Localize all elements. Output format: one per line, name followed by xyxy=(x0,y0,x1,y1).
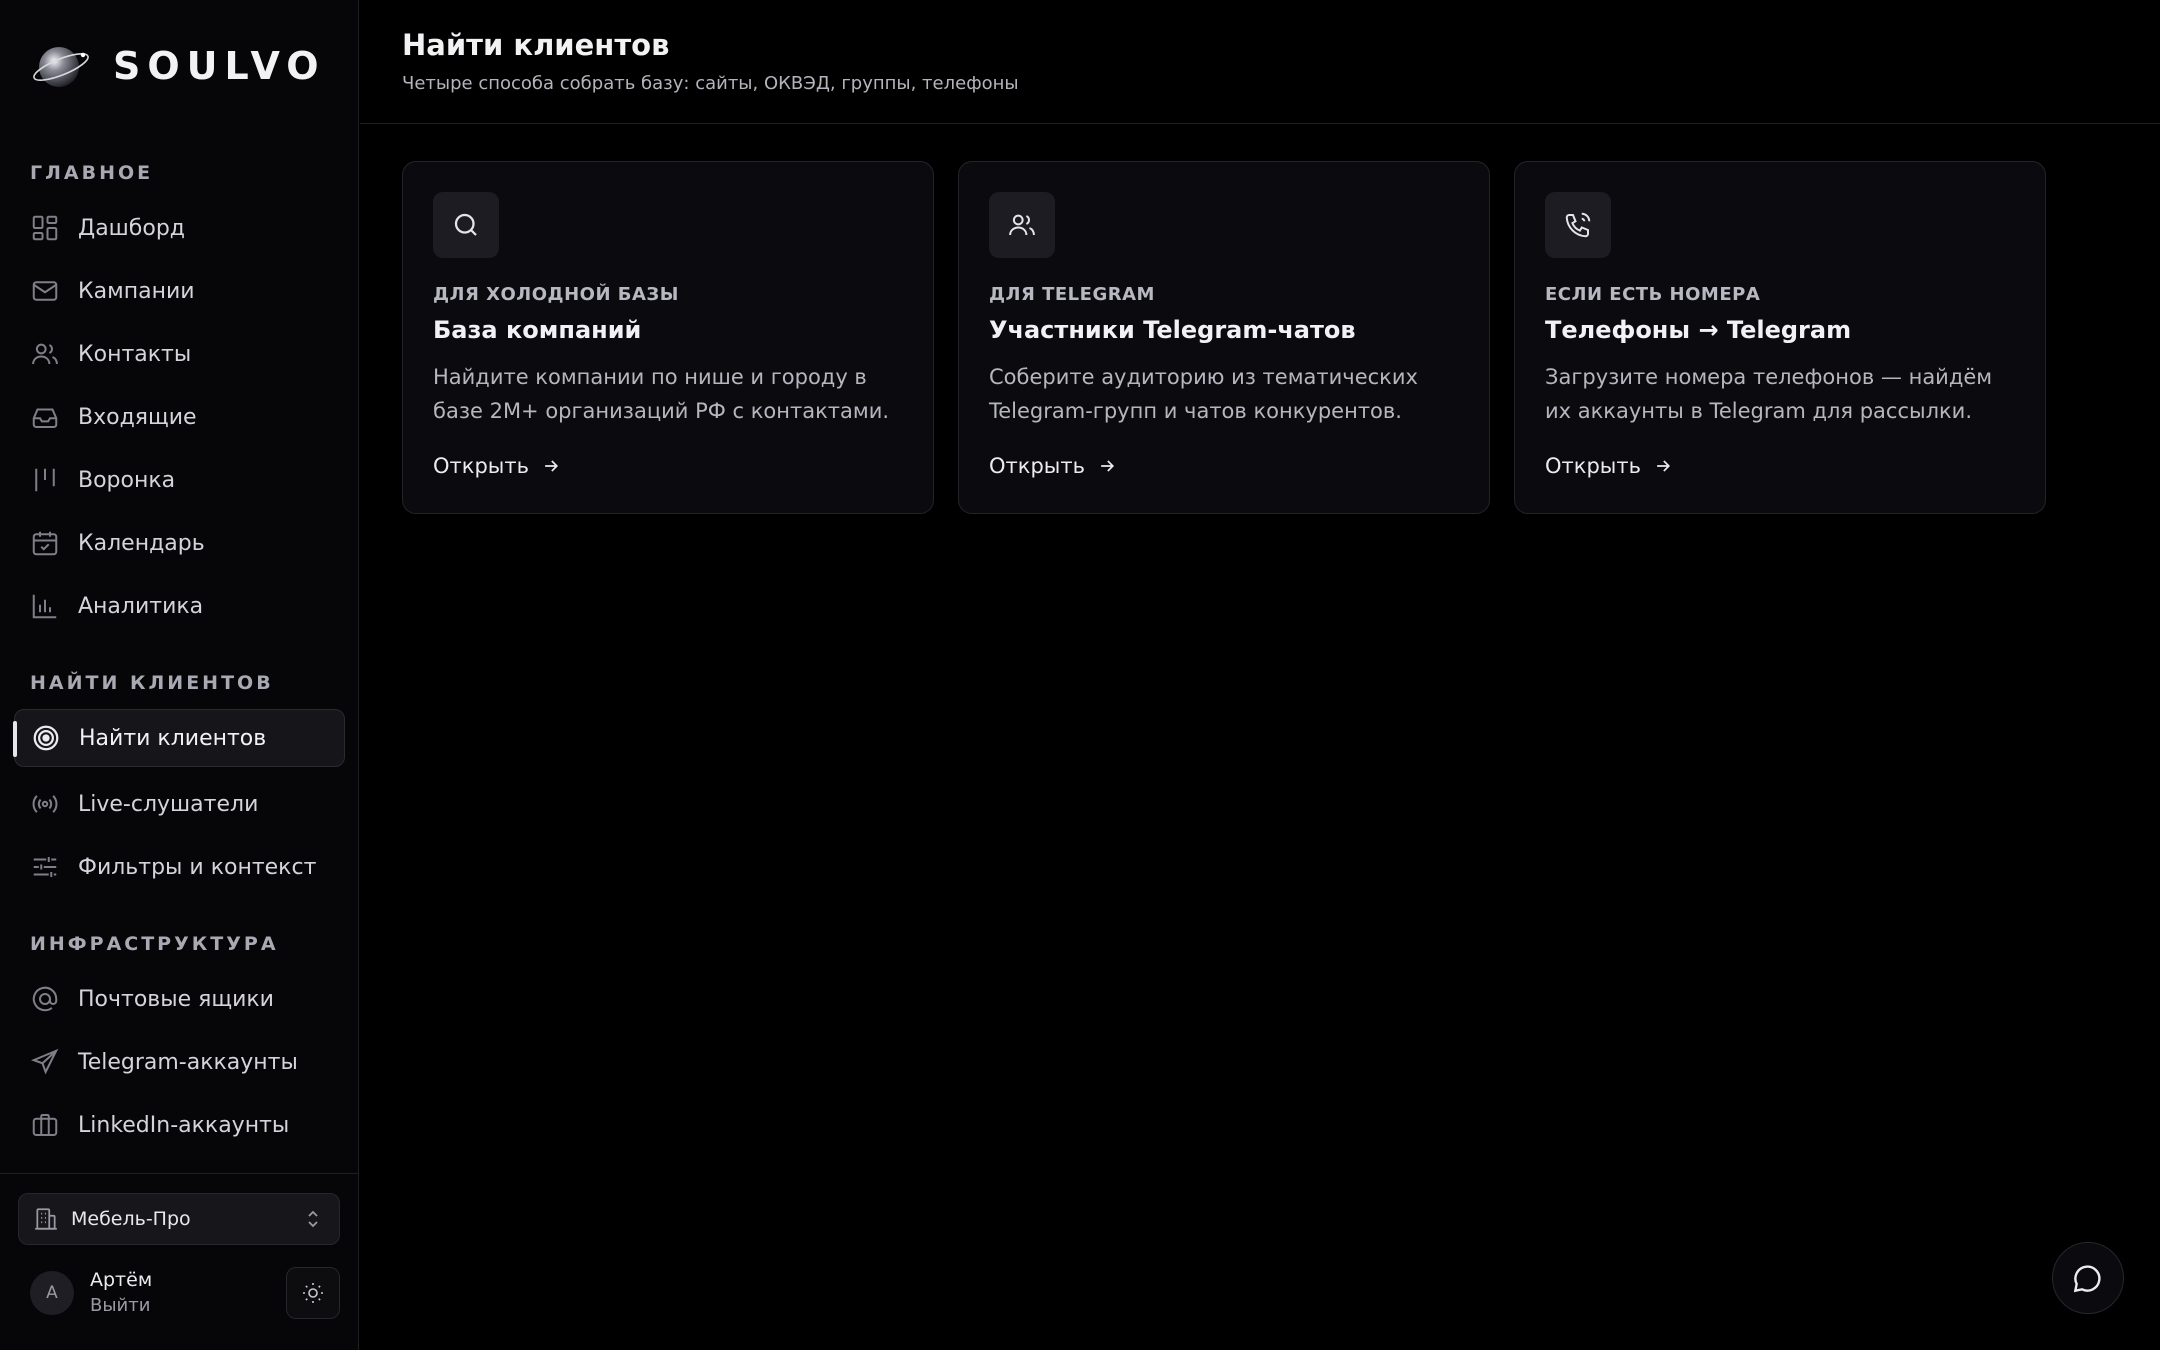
dashboard-icon xyxy=(30,213,60,243)
building-icon xyxy=(33,1206,59,1232)
sidebar-item-label: Воронка xyxy=(78,467,176,493)
bar-chart-icon xyxy=(30,591,60,621)
funnel-icon xyxy=(30,465,60,495)
sidebar-item-label: Почтовые ящики xyxy=(78,986,274,1012)
open-label: Открыть xyxy=(1545,454,1641,478)
sidebar-item-label: Live-слушатели xyxy=(78,791,259,817)
card-eyebrow: ЕСЛИ ЕСТЬ НОМЕРА xyxy=(1545,284,1761,305)
sidebar-item-label: Контакты xyxy=(78,341,192,367)
section-label-find-clients: НАЙТИ КЛИЕНТОВ xyxy=(30,672,274,694)
sidebar-item-calendar[interactable]: Календарь xyxy=(14,514,345,572)
section-label-infrastructure: ИНФРАСТРУКТУРА xyxy=(30,933,279,955)
sidebar-item-label: Telegram-аккаунты xyxy=(78,1049,298,1075)
sidebar-item-label: Аналитика xyxy=(78,593,204,619)
sidebar-item-find-clients[interactable]: Найти клиентов xyxy=(13,709,345,767)
open-link[interactable]: Открыть xyxy=(989,454,1117,478)
chat-button[interactable] xyxy=(2052,1242,2124,1314)
arrow-right-icon xyxy=(545,460,558,472)
sidebar-item-label: LinkedIn-аккаунты xyxy=(78,1112,290,1138)
sidebar-item-label: Найти клиентов xyxy=(79,725,267,751)
workspace-switcher[interactable]: Мебель-Про xyxy=(18,1193,340,1245)
avatar[interactable]: А xyxy=(30,1270,74,1315)
card-company-database[interactable]: ДЛЯ ХОЛОДНОЙ БАЗЫ База компаний Найдите … xyxy=(402,161,934,514)
search-icon xyxy=(433,192,499,258)
target-icon xyxy=(31,723,61,753)
open-label: Открыть xyxy=(989,454,1085,478)
brand-logo[interactable]: SOULVO xyxy=(31,38,326,94)
sidebar-item-label: Входящие xyxy=(78,404,197,430)
sidebar-item-inbox[interactable]: Входящие xyxy=(14,388,345,446)
message-circle-icon xyxy=(2072,1262,2104,1294)
sidebar-item-linkedin-accounts[interactable]: LinkedIn-аккаунты xyxy=(14,1096,345,1154)
page-subtitle: Четыре способа собрать базу: сайты, ОКВЭ… xyxy=(402,73,1019,94)
broadcast-icon xyxy=(30,789,60,819)
sidebar-item-filters[interactable]: Фильтры и контекст xyxy=(14,838,345,896)
card-telegram-chat-members[interactable]: ДЛЯ TELEGRAM Участники Telegram-чатов Со… xyxy=(958,161,1490,514)
sidebar-item-label: Дашборд xyxy=(78,215,186,241)
send-icon xyxy=(30,1047,60,1077)
sidebar: SOULVO ГЛАВНОЕ Дашборд Кампании Контакты… xyxy=(0,0,359,1350)
brand-name: SOULVO xyxy=(113,44,326,88)
sidebar-item-analytics[interactable]: Аналитика xyxy=(14,577,345,635)
section-label-main: ГЛАВНОЕ xyxy=(30,162,154,184)
card-title: База компаний xyxy=(433,316,642,344)
sidebar-item-dashboard[interactable]: Дашборд xyxy=(14,199,345,257)
card-eyebrow: ДЛЯ TELEGRAM xyxy=(989,284,1155,305)
page-title: Найти клиентов xyxy=(402,28,670,62)
card-eyebrow: ДЛЯ ХОЛОДНОЙ БАЗЫ xyxy=(433,284,679,305)
chevron-up-down-icon xyxy=(301,1207,325,1231)
page-header: Найти клиентов Четыре способа собрать ба… xyxy=(360,0,2160,124)
workspace-name: Мебель-Про xyxy=(71,1208,191,1230)
users-icon xyxy=(989,192,1055,258)
sidebar-item-label: Кампании xyxy=(78,278,195,304)
sliders-icon xyxy=(30,852,60,882)
phone-icon xyxy=(1545,192,1611,258)
planet-icon xyxy=(31,38,91,94)
sidebar-item-funnel[interactable]: Воронка xyxy=(14,451,345,509)
card-phones-to-telegram[interactable]: ЕСЛИ ЕСТЬ НОМЕРА Телефоны → Telegram Заг… xyxy=(1514,161,2046,514)
sidebar-item-contacts[interactable]: Контакты xyxy=(14,325,345,383)
card-title: Телефоны → Telegram xyxy=(1545,316,1852,344)
sidebar-item-campaigns[interactable]: Кампании xyxy=(14,262,345,320)
at-icon xyxy=(30,984,60,1014)
arrow-right-icon xyxy=(1101,460,1114,472)
mail-icon xyxy=(30,276,60,306)
sidebar-footer: Мебель-Про А Артём Выйти xyxy=(0,1173,359,1350)
sidebar-item-label: Календарь xyxy=(78,530,205,556)
logout-link[interactable]: Выйти xyxy=(90,1294,152,1318)
card-title: Участники Telegram-чатов xyxy=(989,316,1356,344)
open-label: Открыть xyxy=(433,454,529,478)
theme-toggle-button[interactable] xyxy=(286,1267,340,1319)
sidebar-item-label: Фильтры и контекст xyxy=(78,854,317,880)
card-description: Загрузите номера телефонов — найдём их а… xyxy=(1545,365,1993,423)
arrow-right-icon xyxy=(1657,460,1670,472)
card-description: Найдите компании по нише и городу в базе… xyxy=(433,365,890,423)
briefcase-icon xyxy=(30,1110,60,1140)
sidebar-item-live-listeners[interactable]: Live-слушатели xyxy=(14,775,345,833)
user-profile: А Артём Выйти xyxy=(30,1268,152,1318)
calendar-icon xyxy=(30,528,60,558)
user-name: Артём xyxy=(90,1269,153,1291)
open-link[interactable]: Открыть xyxy=(1545,454,1673,478)
sun-icon xyxy=(301,1281,325,1305)
open-link[interactable]: Открыть xyxy=(433,454,561,478)
inbox-icon xyxy=(30,402,60,432)
users-icon xyxy=(30,339,60,369)
sidebar-item-mailboxes[interactable]: Почтовые ящики xyxy=(14,970,345,1028)
card-description: Соберите аудиторию из тематических Teleg… xyxy=(989,365,1418,423)
sidebar-item-telegram-accounts[interactable]: Telegram-аккаунты xyxy=(14,1033,345,1091)
